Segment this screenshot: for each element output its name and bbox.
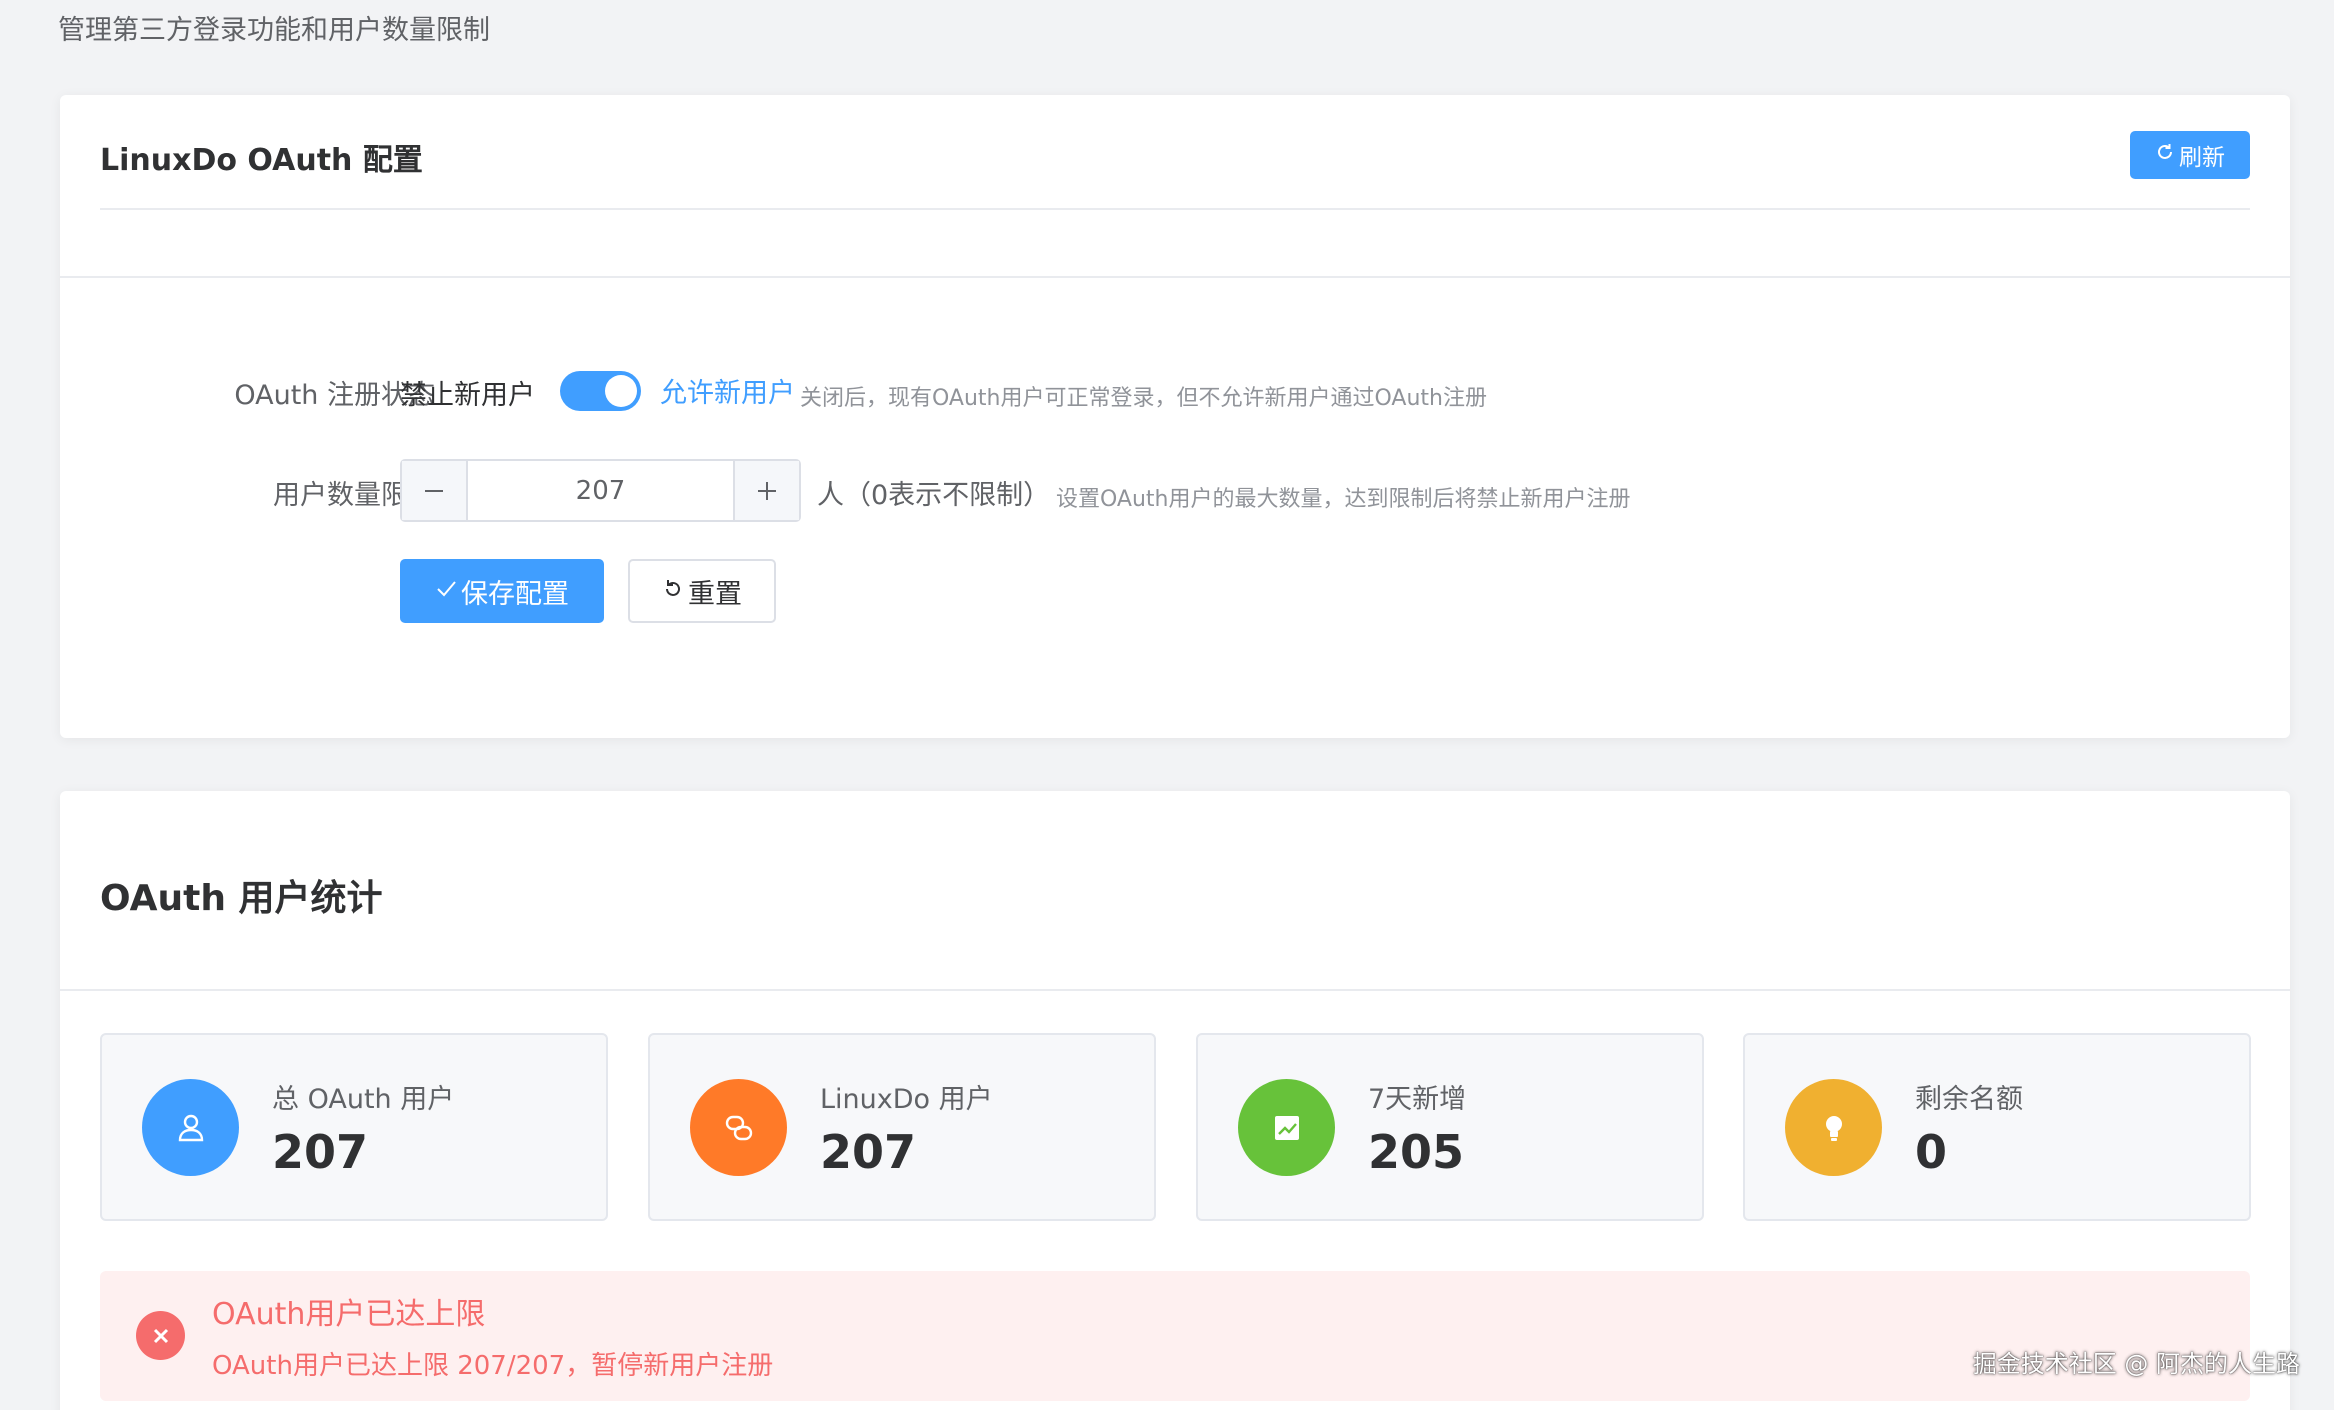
stat-remaining-quota: 剩余名额 0 xyxy=(1743,1033,2251,1221)
switch-off-label[interactable]: 禁止新用户 xyxy=(400,373,535,412)
plus-icon xyxy=(758,481,776,500)
save-label: 保存配置 xyxy=(461,578,569,610)
link-icon xyxy=(690,1079,787,1176)
refresh-icon xyxy=(2155,142,2175,168)
toggle-knob xyxy=(605,375,637,407)
card-header-divider xyxy=(60,989,2290,991)
stats-card-title: OAuth 用户统计 xyxy=(100,878,383,919)
config-card-title: LinuxDo OAuth 配置 xyxy=(100,143,423,178)
stat-value: 0 xyxy=(1915,1125,1948,1179)
stat-label: LinuxDo 用户 xyxy=(820,1084,993,1115)
page-subtitle: 管理第三方登录功能和用户数量限制 xyxy=(58,15,490,46)
refresh-button[interactable]: 刷新 xyxy=(2130,131,2250,179)
check-icon xyxy=(435,576,457,607)
alert-title: OAuth用户已达上限 xyxy=(212,1297,486,1332)
oauth-status-label: OAuth 注册状态 xyxy=(234,380,435,411)
stat-value: 205 xyxy=(1368,1125,1465,1179)
registration-toggle[interactable] xyxy=(560,371,641,411)
refresh-label: 刷新 xyxy=(2179,145,2225,171)
watermark: 掘金技术社区 @ 阿杰的人生路 xyxy=(1972,1350,2300,1378)
reset-button[interactable]: 重置 xyxy=(628,559,776,623)
limit-hint: 设置OAuth用户的最大数量，达到限制后将禁止新用户注册 xyxy=(1056,487,1631,512)
limit-unit: 人（0表示不限制） xyxy=(817,480,1051,511)
lightbulb-icon xyxy=(1785,1079,1882,1176)
switch-hint: 关闭后，现有OAuth用户可正常登录，但不允许新用户通过OAuth注册 xyxy=(800,386,1487,411)
error-icon xyxy=(136,1311,185,1360)
increment-button[interactable] xyxy=(733,461,799,520)
user-limit-input[interactable]: 207 xyxy=(468,461,733,520)
trend-chart-icon xyxy=(1238,1079,1335,1176)
limit-reached-alert: OAuth用户已达上限 OAuth用户已达上限 207/207，暂停新用户注册 xyxy=(100,1271,2250,1401)
title-underline xyxy=(100,208,2250,210)
stat-new-7-days: 7天新增 205 xyxy=(1196,1033,1704,1221)
user-limit-stepper: 207 xyxy=(400,459,801,522)
stat-value: 207 xyxy=(272,1125,369,1179)
alert-description: OAuth用户已达上限 207/207，暂停新用户注册 xyxy=(212,1351,774,1381)
minus-icon xyxy=(425,489,443,492)
user-limit-label: 用户数量限制 xyxy=(273,480,435,511)
stat-label: 剩余名额 xyxy=(1915,1084,2023,1115)
stat-label: 总 OAuth 用户 xyxy=(272,1084,455,1115)
stat-linuxdo-users: LinuxDo 用户 207 xyxy=(648,1033,1156,1221)
user-icon xyxy=(142,1079,239,1176)
oauth-config-card: LinuxDo OAuth 配置 刷新 OAuth 注册状态 禁止新用户 允许新… xyxy=(60,95,2290,738)
stat-value: 207 xyxy=(820,1125,917,1179)
stat-label: 7天新增 xyxy=(1368,1084,1467,1115)
save-config-button[interactable]: 保存配置 xyxy=(400,559,604,623)
stat-total-oauth-users: 总 OAuth 用户 207 xyxy=(100,1033,608,1221)
decrement-button[interactable] xyxy=(402,461,468,520)
reset-icon xyxy=(662,576,684,607)
oauth-stats-card: OAuth 用户统计 总 OAuth 用户 207 LinuxDo 用户 207… xyxy=(60,791,2290,1410)
card-header-divider xyxy=(60,276,2290,278)
reset-label: 重置 xyxy=(688,578,742,610)
switch-on-label[interactable]: 允许新用户 xyxy=(660,371,795,410)
